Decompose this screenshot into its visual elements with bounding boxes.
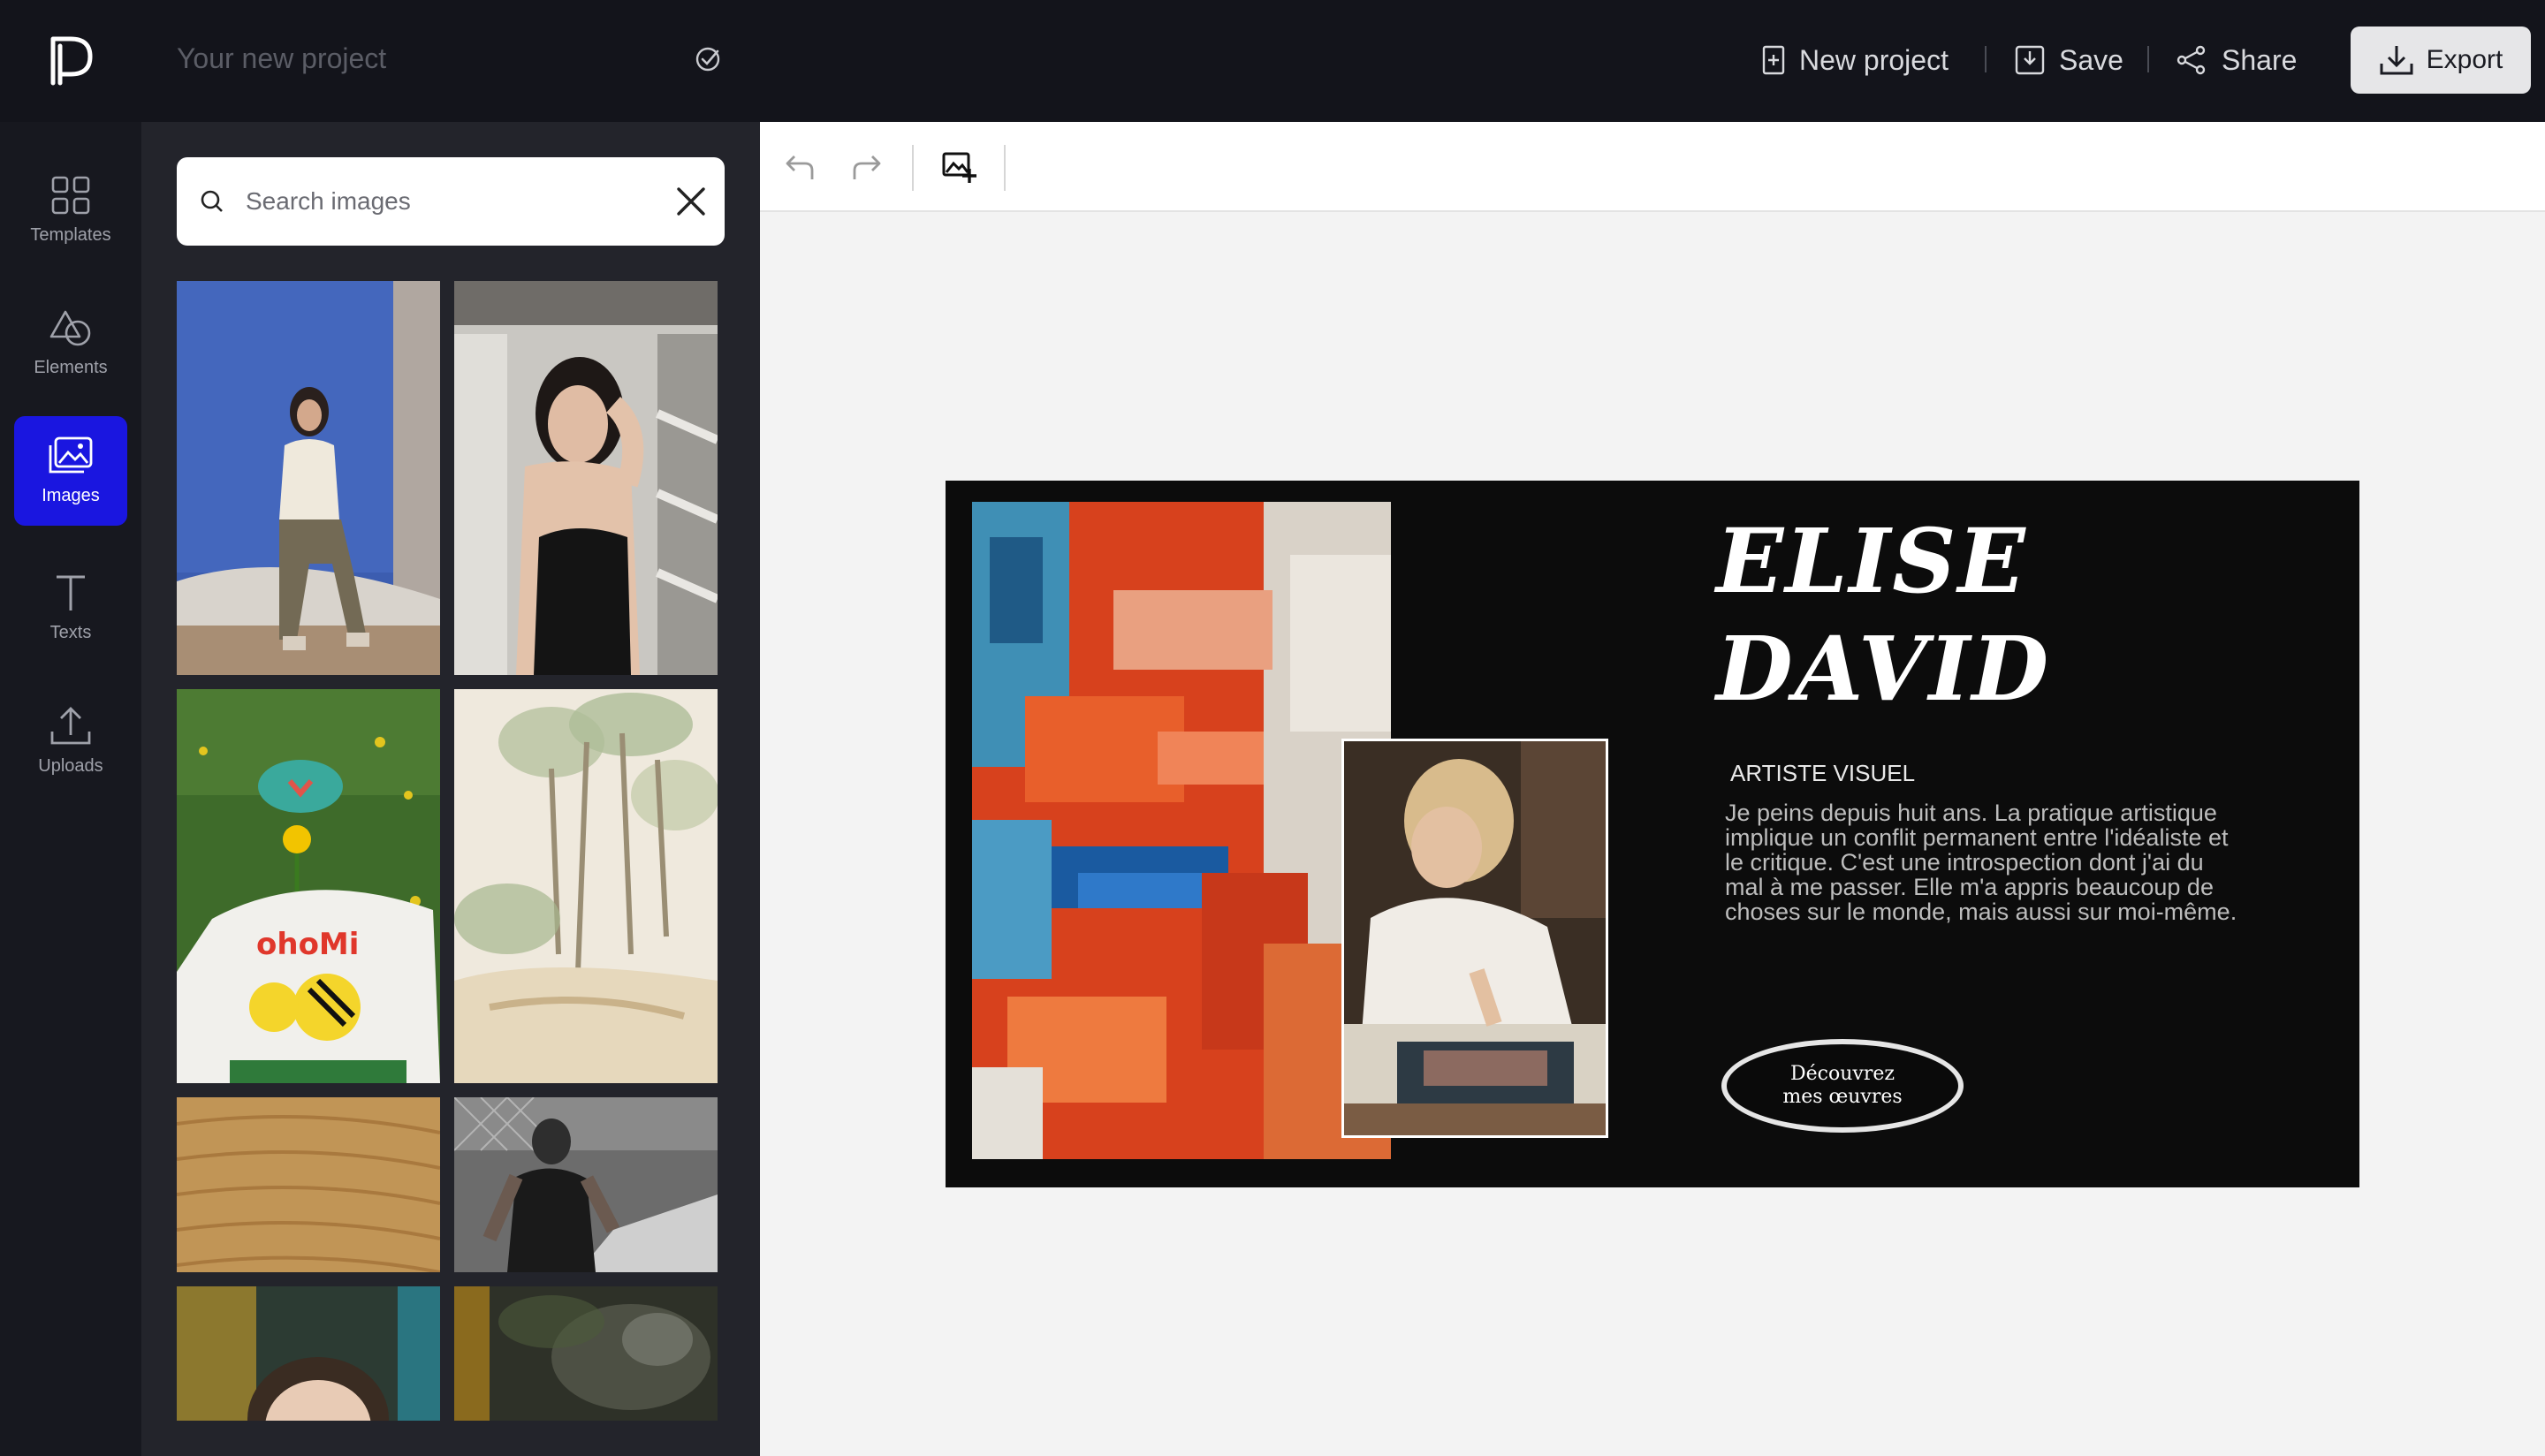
check-circle-icon[interactable]	[695, 46, 721, 72]
close-icon[interactable]	[675, 186, 707, 217]
name-line-1: ELISE	[1716, 509, 2027, 613]
sidebar-item-texts[interactable]: Texts	[14, 553, 127, 663]
share-label: Share	[2222, 43, 2298, 76]
shapes-icon	[49, 310, 91, 345]
export-button[interactable]: Export	[2351, 27, 2531, 94]
image-thumbnail[interactable]	[454, 689, 718, 1083]
image-thumbnail[interactable]: ohoMi	[177, 689, 440, 1083]
abstract-painting-image[interactable]	[972, 502, 1391, 1159]
cta-line-2: mes œuvres	[1782, 1086, 1903, 1108]
divider	[1004, 145, 1006, 191]
role-subtitle[interactable]: ARTISTE VISUEL	[1730, 760, 1915, 787]
divider	[1985, 46, 1987, 72]
editor-toolbar	[760, 122, 2545, 212]
image-thumbnail[interactable]	[454, 1286, 718, 1421]
sidebar-item-images[interactable]: Images	[14, 416, 127, 526]
new-project-button[interactable]: New project	[1762, 39, 1949, 81]
top-bar: Your new project New project Save Share	[0, 0, 2545, 122]
share-icon	[2177, 45, 2206, 75]
save-button[interactable]: Save	[2015, 39, 2123, 81]
share-button[interactable]: Share	[2176, 39, 2297, 81]
image-thumbnail[interactable]	[177, 1097, 440, 1272]
search-box[interactable]	[177, 157, 725, 246]
images-icon	[49, 436, 93, 473]
redo-button[interactable]	[845, 145, 889, 189]
sidebar-item-label: Elements	[34, 357, 108, 377]
bio-paragraph[interactable]: Je peins depuis huit ans. La pratique ar…	[1725, 800, 2237, 924]
sidebar-item-elements[interactable]: Elements	[14, 288, 127, 398]
undo-icon	[786, 155, 814, 179]
discover-works-button[interactable]: Découvrez mes œuvres	[1721, 1039, 1964, 1133]
new-file-icon	[1762, 45, 1785, 75]
undo-button[interactable]	[778, 145, 822, 189]
design-canvas[interactable]: ELISE DAVID ARTISTE VISUEL Je peins depu…	[946, 481, 2359, 1187]
image-thumbnail[interactable]	[454, 281, 718, 675]
svg-text:ohoMi: ohoMi	[256, 927, 359, 962]
download-icon	[2380, 46, 2413, 75]
cta-line-1: Découvrez	[1790, 1063, 1895, 1085]
image-thumbnail[interactable]	[454, 1097, 718, 1272]
templates-icon	[51, 176, 90, 214]
name-line-2: DAVID	[1716, 617, 2051, 721]
left-nav: Templates Elements Images Texts Uploads	[0, 122, 141, 1456]
new-project-label: New project	[1799, 43, 1949, 76]
upload-icon	[50, 706, 91, 744]
sidebar-item-label: Texts	[49, 622, 92, 642]
save-label: Save	[2059, 43, 2123, 76]
sidebar-item-templates[interactable]: Templates	[14, 155, 127, 265]
divider	[912, 145, 914, 191]
sidebar-item-label: Uploads	[38, 755, 103, 776]
search-icon	[201, 190, 223, 212]
search-input[interactable]	[246, 182, 652, 221]
add-image-icon	[942, 152, 976, 183]
artist-name-heading[interactable]: ELISE DAVID	[1716, 507, 2050, 723]
add-image-button[interactable]	[937, 145, 981, 189]
divider	[2147, 46, 2149, 72]
sidebar-item-label: Templates	[30, 224, 111, 245]
artist-photo-image[interactable]	[1341, 739, 1608, 1138]
redo-icon	[853, 155, 881, 179]
image-thumbnail[interactable]	[177, 1286, 440, 1421]
app-logo[interactable]	[48, 35, 97, 87]
sidebar-item-label: Images	[42, 485, 100, 505]
image-thumbnail[interactable]	[177, 281, 440, 675]
save-icon	[2015, 45, 2045, 75]
export-label: Export	[2426, 45, 2503, 74]
images-panel: ohoMi	[141, 122, 760, 1456]
project-name-field[interactable]: Your new project	[177, 42, 386, 75]
sidebar-item-uploads[interactable]: Uploads	[14, 686, 127, 795]
text-icon	[57, 575, 85, 610]
